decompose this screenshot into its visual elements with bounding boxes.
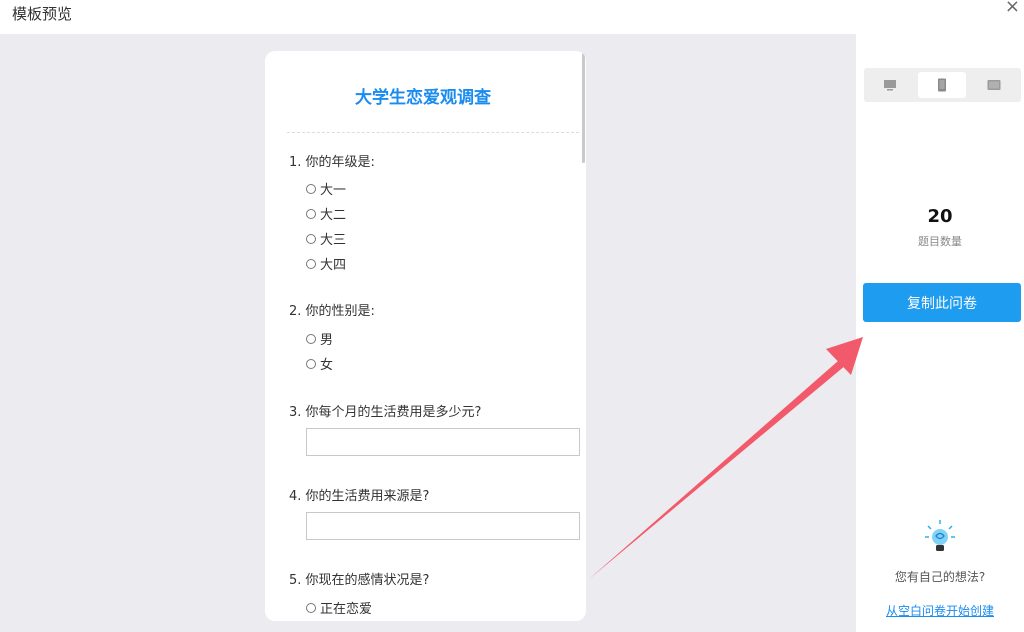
copy-survey-button[interactable]: 复制此问卷 xyxy=(863,283,1021,322)
scrollbar-thumb[interactable] xyxy=(582,53,585,163)
radio-option[interactable]: 男 xyxy=(306,329,333,348)
option-label: 正在恋爱 xyxy=(320,602,373,617)
radio-icon[interactable] xyxy=(306,208,316,219)
sidebar: 20 题目数量 复制此问卷 您有自己的想法? 从空白问卷开始创建 xyxy=(856,34,1024,632)
option-label: 大二 xyxy=(320,208,347,223)
answer-input[interactable] xyxy=(306,512,580,540)
radio-icon[interactable] xyxy=(306,233,316,244)
create-blank-survey-link[interactable]: 从空白问卷开始创建 xyxy=(856,602,1024,619)
lightbulb-icon xyxy=(925,520,955,551)
option-label: 男 xyxy=(320,333,334,348)
radio-option[interactable]: 大一 xyxy=(306,179,346,198)
question-2: 2. 你的性别是: xyxy=(289,304,375,319)
radio-option[interactable]: 大二 xyxy=(306,204,346,223)
question-1: 1. 你的年级是: xyxy=(289,155,375,170)
question-4: 4. 你的生活费用来源是? xyxy=(289,489,430,504)
radio-icon[interactable] xyxy=(306,333,316,344)
tablet-view-button[interactable] xyxy=(970,72,1018,98)
radio-option[interactable]: 大三 xyxy=(306,229,346,248)
desktop-icon xyxy=(884,80,896,91)
question-count: 20 xyxy=(927,206,953,227)
view-mode-switch xyxy=(864,68,1021,102)
question-count-label: 题目数量 xyxy=(918,235,962,248)
radio-option[interactable]: 大四 xyxy=(306,254,346,273)
mobile-icon xyxy=(938,78,946,92)
option-label: 大四 xyxy=(320,258,347,273)
radio-option[interactable]: 正在恋爱 xyxy=(306,598,372,617)
preview-area: 大学生恋爱观调查 1. 你的年级是: 大一 大二 大三 大四 2. 你的性别是:… xyxy=(0,34,856,632)
radio-icon[interactable] xyxy=(306,358,316,369)
question-3: 3. 你每个月的生活费用是多少元? xyxy=(289,405,482,420)
question-5: 5. 你现在的感情状况是? xyxy=(289,573,430,588)
radio-icon[interactable] xyxy=(306,183,316,194)
idea-prompt: 您有自己的想法? xyxy=(894,570,986,584)
option-label: 女 xyxy=(320,358,334,373)
close-icon[interactable]: × xyxy=(1005,0,1020,17)
title-divider xyxy=(287,132,579,133)
radio-icon[interactable] xyxy=(306,258,316,269)
mobile-view-button[interactable] xyxy=(918,72,966,98)
option-label: 大一 xyxy=(320,183,347,198)
dialog-title: 模板预览 xyxy=(12,5,73,23)
radio-icon[interactable] xyxy=(306,602,316,613)
survey-title: 大学生恋爱观调查 xyxy=(355,88,491,108)
dialog-header: 模板预览 × xyxy=(0,0,1024,34)
option-label: 大三 xyxy=(320,233,347,248)
survey-preview[interactable]: 大学生恋爱观调查 1. 你的年级是: 大一 大二 大三 大四 2. 你的性别是:… xyxy=(265,51,586,621)
answer-input[interactable] xyxy=(306,428,580,456)
tablet-icon xyxy=(987,80,1001,90)
desktop-view-button[interactable] xyxy=(866,72,914,98)
radio-option[interactable]: 女 xyxy=(306,354,333,373)
